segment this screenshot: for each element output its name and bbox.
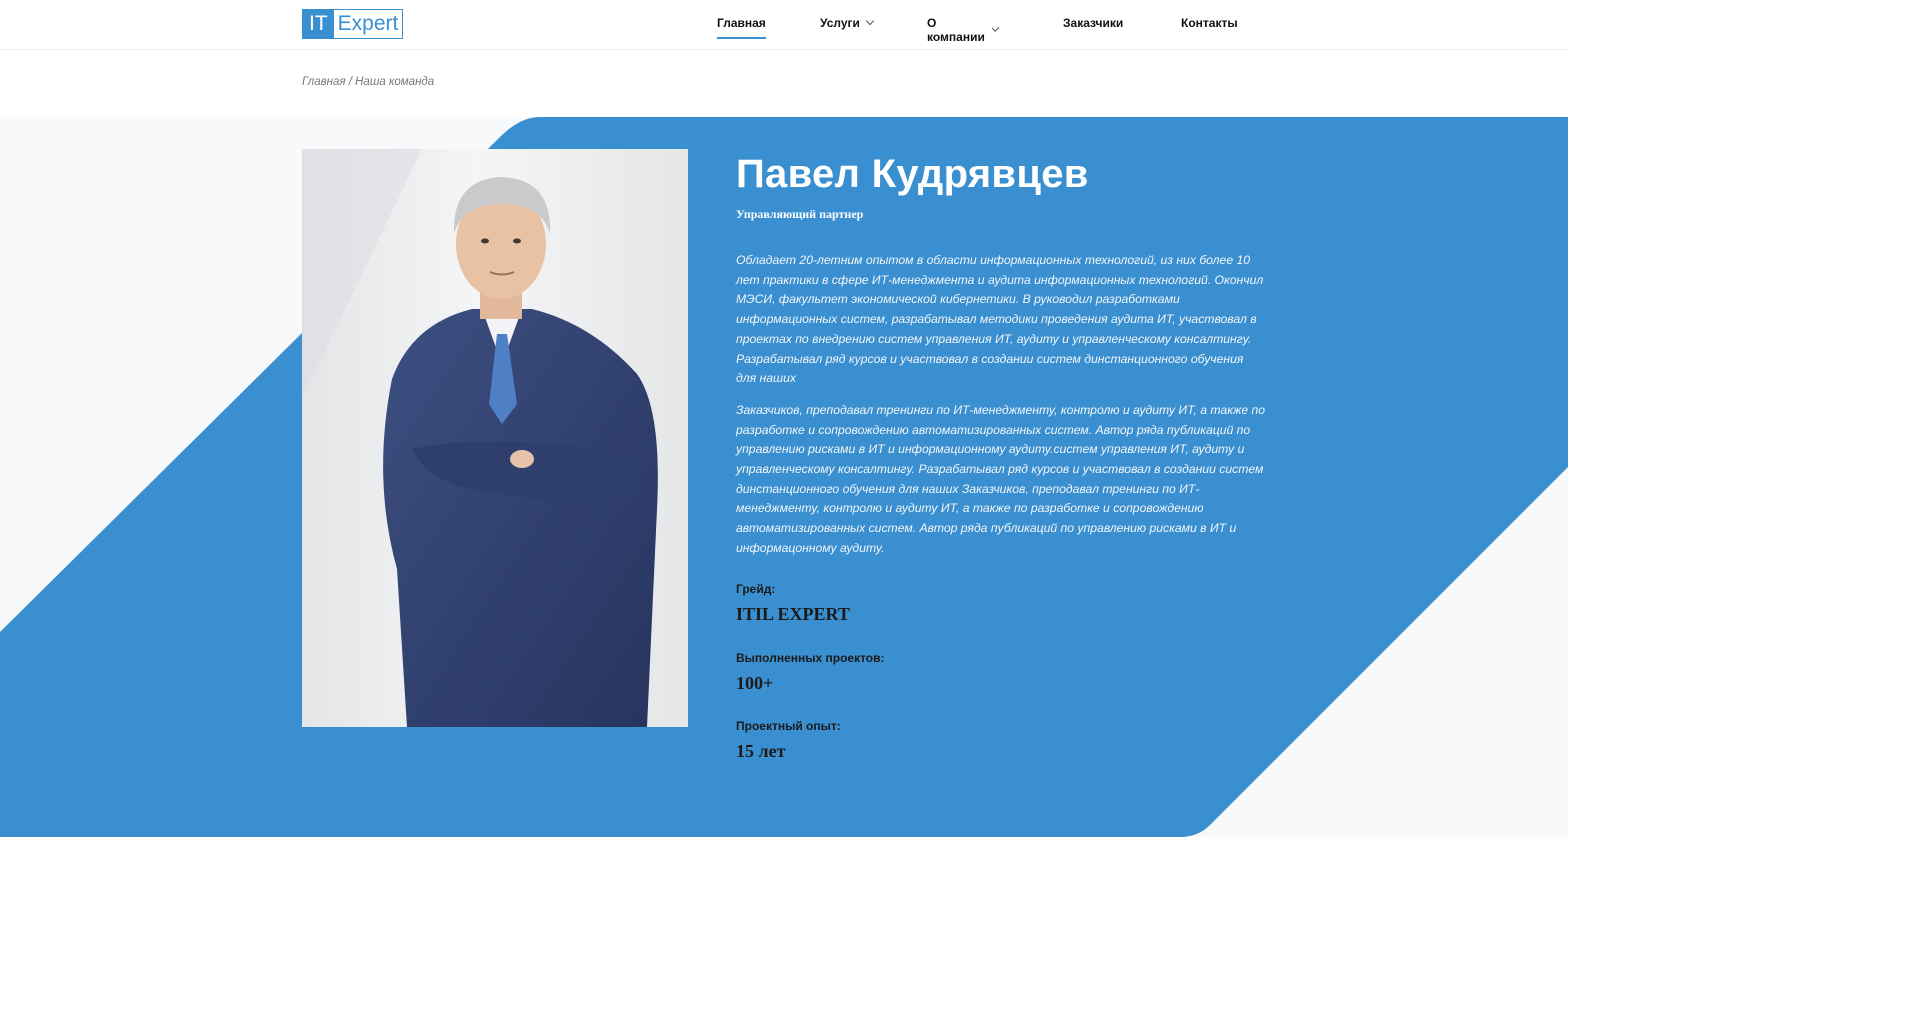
profile-photo [302,149,688,727]
logo-it-part: IT [303,10,334,38]
stat-grade-value: ITIL EXPERT [736,604,850,624]
stat-experience-value: 15 лет [736,741,786,761]
person-portrait-image [302,149,688,727]
page-bottom-area [0,837,1568,1024]
chevron-down-icon [991,24,1000,32]
site-logo[interactable]: IT Expert [302,9,404,39]
breadcrumb-separator: / [348,76,352,88]
stat-grade-label: Грейд: [736,582,776,596]
logo-expert-part: Expert [333,10,403,38]
profile-role: Управляющий партнер [736,207,864,221]
profile-bio: Обладает 20-летним опытом в области инфо… [736,251,1266,559]
nav-item-label: Контакты [1181,16,1238,30]
nav-item-services[interactable]: Услуги [820,16,875,30]
nav-item-about[interactable]: О компании [927,16,1000,44]
profile-name: Павел Кудрявцев [736,152,1089,196]
breadcrumb-home-link[interactable]: Главная [302,76,346,88]
nav-item-label: Заказчики [1063,16,1124,30]
nav-item-contacts[interactable]: Контакты [1181,16,1238,30]
bio-paragraph: Обладает 20-летним опытом в области инфо… [736,253,1264,386]
chevron-down-icon [865,16,875,26]
nav-item-label: Услуги [820,16,860,30]
site-header: IT Expert Главная Услуги О компании Зака… [0,0,1568,50]
stat-projects-label: Выполненных проектов: [736,651,885,665]
breadcrumb: Главная / Наша команда [302,76,434,88]
stat-experience-label: Проектный опыт: [736,719,841,733]
breadcrumb-current: Наша команда [355,76,435,88]
nav-item-label: Главная [717,16,766,30]
nav-item-label: О компании [927,16,985,44]
stat-projects-value: 100+ [736,673,774,693]
profile-content: Павел Кудрявцев Управляющий партнер Обла… [736,149,1266,559]
nav-item-clients[interactable]: Заказчики [1063,16,1123,30]
nav-item-home[interactable]: Главная [717,16,766,39]
bio-paragraph: Заказчиков, преподавал тренинги по ИТ-ме… [736,402,1265,555]
